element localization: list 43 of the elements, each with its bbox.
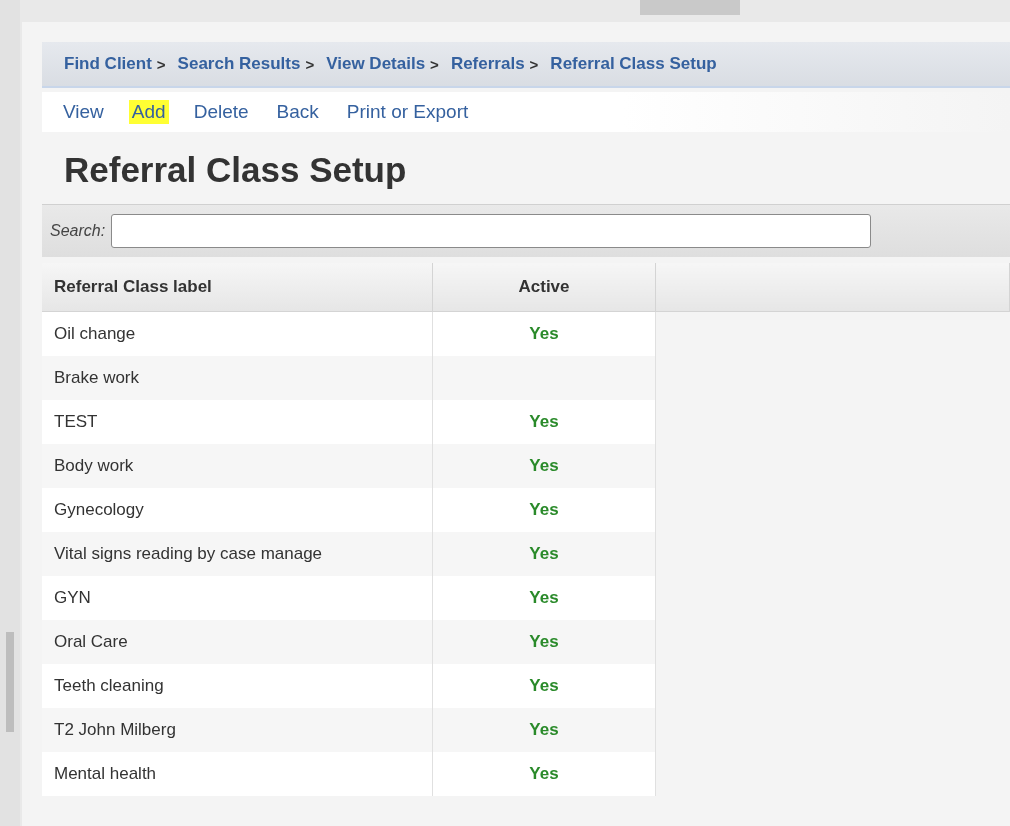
breadcrumb-separator: > — [305, 55, 315, 73]
breadcrumb-separator: > — [430, 55, 439, 73]
search-label: Search: — [50, 222, 106, 240]
table-cell: Gynecology — [42, 488, 433, 532]
action-link[interactable]: Back — [273, 100, 322, 124]
action-link[interactable]: Add — [128, 100, 169, 124]
active-cell: Yes — [432, 400, 656, 444]
active-cell: Yes — [432, 532, 656, 576]
breadcrumb-link[interactable]: Referrals — [450, 54, 525, 74]
table-cell: T2 John Milberg — [42, 708, 433, 752]
table-cell: Body work — [42, 444, 433, 488]
breadcrumb-link[interactable]: Referral Class Setup — [550, 54, 717, 74]
breadcrumb-separator: > — [156, 55, 166, 73]
action-link[interactable]: Delete — [190, 100, 252, 124]
breadcrumb-link[interactable]: Find Client — [64, 54, 152, 74]
action-link[interactable]: Print or Export — [343, 100, 472, 124]
action-link[interactable]: View — [60, 100, 107, 124]
scrollbar-thumb[interactable] — [6, 632, 14, 732]
active-cell: Yes — [432, 620, 656, 664]
table-cell: Mental health — [42, 752, 433, 796]
table-cell: Oil change — [42, 311, 433, 356]
page-title: Referral Class Setup — [63, 149, 408, 191]
active-cell: Yes — [432, 708, 656, 752]
top-tab[interactable] — [640, 0, 740, 15]
active-cell: Yes — [432, 444, 656, 488]
active-cell: Yes — [432, 752, 656, 796]
table-cell: Brake work — [42, 356, 433, 400]
active-cell: Yes — [432, 311, 656, 356]
table-cell: TEST — [42, 400, 433, 444]
table-cell: GYN — [42, 576, 433, 620]
active-cell: Yes — [432, 576, 656, 620]
active-cell: Yes — [432, 664, 656, 708]
active-cell: Yes — [432, 488, 656, 532]
column-header[interactable]: Active — [432, 263, 656, 312]
scrollbar[interactable] — [0, 0, 20, 826]
table-cell: Teeth cleaning — [42, 664, 433, 708]
table-cell: Oral Care — [42, 620, 433, 664]
table-cell: Vital signs reading by case manage — [42, 532, 433, 576]
column-header[interactable]: Referral Class label — [42, 263, 433, 312]
breadcrumb-separator: > — [529, 55, 539, 73]
search-field[interactable] — [111, 214, 872, 248]
breadcrumb-link[interactable]: View Details — [326, 54, 426, 74]
breadcrumb-link[interactable]: Search Results — [177, 54, 301, 74]
